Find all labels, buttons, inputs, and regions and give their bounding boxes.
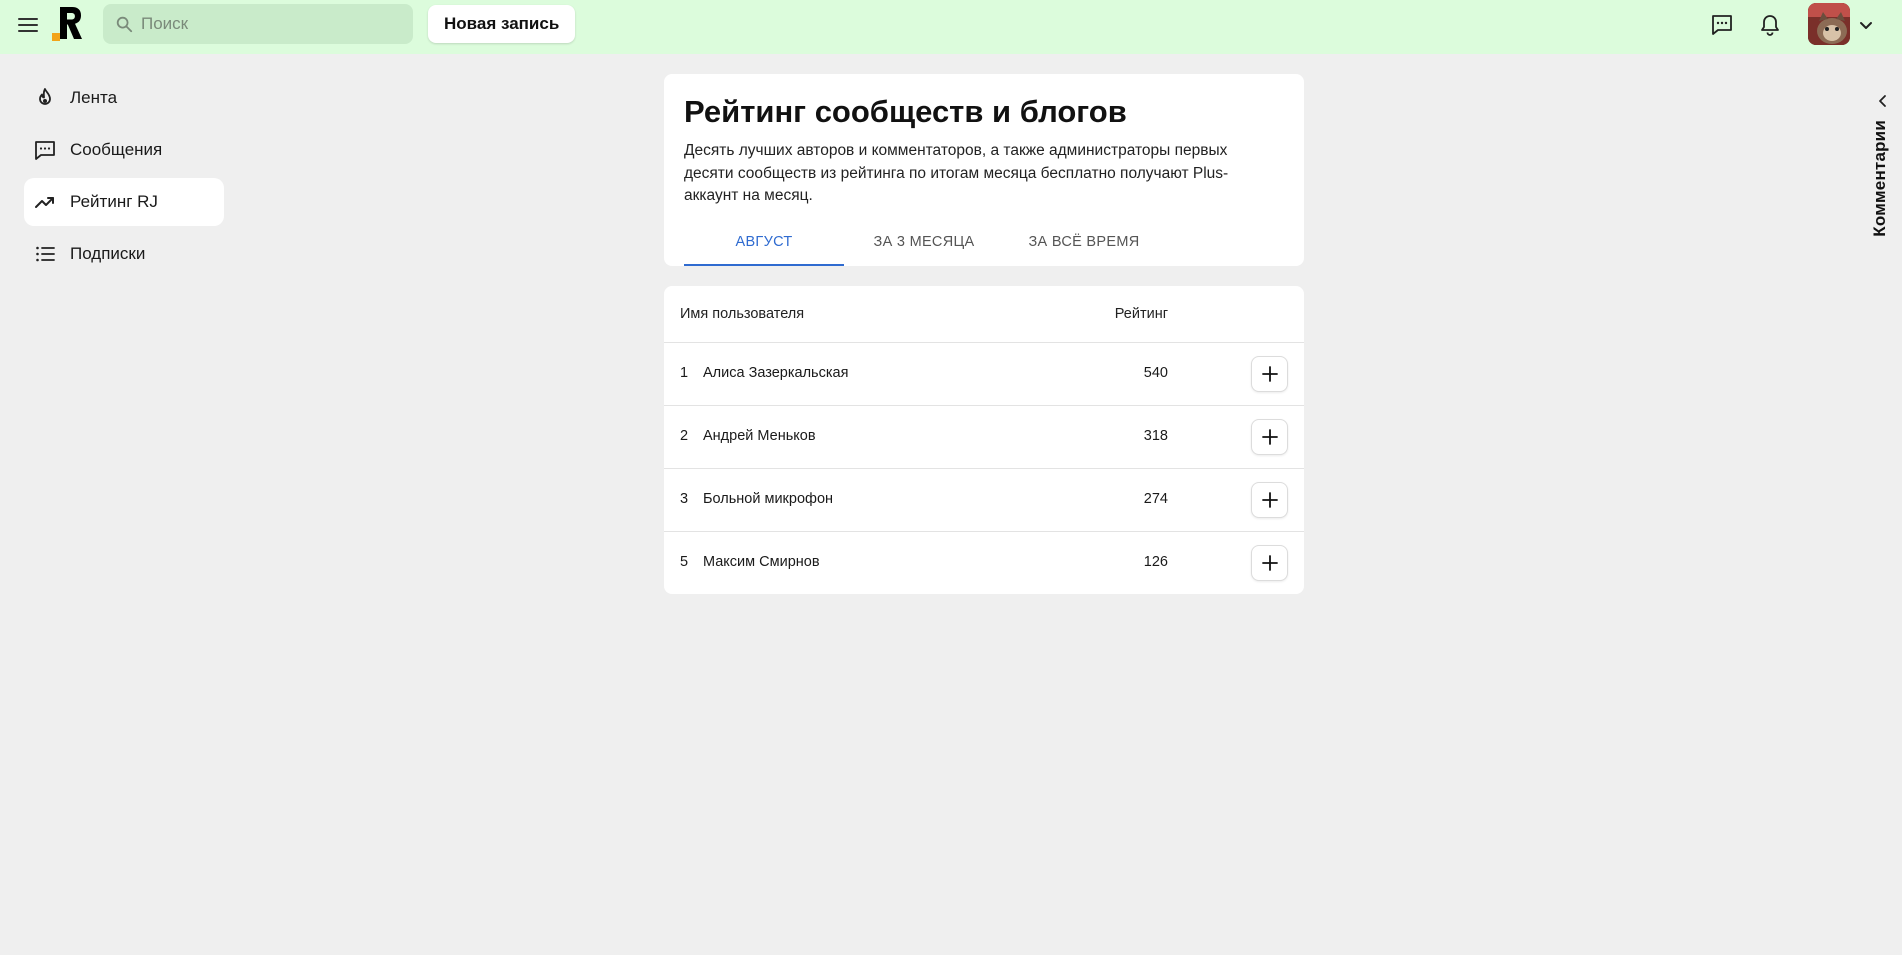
row-user-name[interactable]: Больной микрофон (703, 491, 833, 507)
row-rating: 540 (1143, 365, 1168, 381)
subscribe-button[interactable] (1251, 482, 1288, 518)
chevron-left-icon[interactable] (1876, 94, 1890, 108)
row-rating: 126 (1143, 554, 1168, 570)
row-rank: 3 (680, 491, 689, 507)
list-icon (36, 246, 55, 262)
tab-3-months[interactable]: ЗА 3 МЕСЯЦА (844, 218, 1004, 266)
row-rank: 2 (680, 428, 689, 444)
subscribe-button[interactable] (1251, 419, 1288, 455)
period-tabs: АВГУСТ ЗА 3 МЕСЯЦА ЗА ВСЁ ВРЕМЯ (684, 218, 1164, 266)
row-rank: 1 (680, 365, 689, 381)
flame-icon (39, 88, 51, 105)
page-title: Рейтинг сообществ и блогов (684, 94, 1127, 129)
plus-icon (1261, 492, 1278, 508)
sidebar-item-rating[interactable]: Рейтинг RJ (24, 178, 224, 226)
sidebar-item-subscriptions[interactable]: Подписки (24, 230, 224, 278)
subscribe-button[interactable] (1251, 356, 1288, 392)
top-header: Новая запись (0, 0, 1902, 54)
row-rating: 318 (1143, 428, 1168, 444)
avatar[interactable] (1808, 3, 1850, 45)
table-row: 1 Алиса Зазеркальская 540 (664, 343, 1304, 406)
sidebar-item-label: Сообщения (70, 140, 163, 159)
table-row: 2 Андрей Меньков 318 (664, 406, 1304, 469)
row-user-name[interactable]: Андрей Меньков (703, 428, 816, 444)
search-input[interactable] (141, 14, 401, 34)
column-header-rating: Рейтинг (1114, 306, 1168, 322)
comments-toggle[interactable]: Комментарии (1870, 120, 1890, 237)
chat-icon[interactable] (1709, 12, 1735, 38)
new-post-button[interactable]: Новая запись (428, 5, 576, 43)
search-box[interactable] (103, 4, 413, 44)
subscribe-button[interactable] (1251, 545, 1288, 581)
row-rating: 274 (1143, 491, 1168, 507)
plus-icon (1261, 366, 1278, 382)
page-description: Десять лучших авторов и комментаторов, а… (684, 142, 1229, 204)
row-user-name[interactable]: Алиса Зазеркальская (703, 365, 848, 381)
sidebar-item-label: Лента (70, 88, 118, 107)
rating-table: Имя пользователя Рейтинг 1 Алиса Зазерка… (664, 286, 1304, 594)
tab-august[interactable]: АВГУСТ (684, 218, 844, 266)
plus-icon (1261, 429, 1278, 445)
table-header: Имя пользователя Рейтинг (664, 286, 1304, 343)
sidebar: Лента Сообщения Рейтинг RJ Подписки (24, 74, 224, 282)
bell-icon[interactable] (1757, 12, 1783, 38)
plus-icon (1261, 555, 1278, 571)
table-row: 3 Больной микрофон 274 (664, 469, 1304, 532)
comments-panel: Комментарии (1868, 90, 1898, 250)
chevron-down-icon[interactable] (1856, 16, 1876, 36)
sidebar-item-messages[interactable]: Сообщения (24, 126, 224, 174)
row-user-name[interactable]: Максим Смирнов (703, 554, 820, 570)
sidebar-item-feed[interactable]: Лента (24, 74, 224, 122)
message-icon (35, 141, 55, 160)
table-row: 5 Максим Смирнов 126 (664, 532, 1304, 595)
search-icon (116, 16, 133, 33)
column-header-name: Имя пользователя (680, 306, 805, 322)
logo[interactable] (52, 5, 84, 41)
row-rank: 5 (680, 554, 689, 570)
rating-header-card: Рейтинг сообществ и блогов Десять лучших… (664, 74, 1304, 266)
tab-all-time[interactable]: ЗА ВСЁ ВРЕМЯ (1004, 218, 1164, 266)
sidebar-item-label: Рейтинг RJ (70, 192, 158, 211)
trending-icon (35, 197, 54, 208)
sidebar-item-label: Подписки (70, 244, 146, 263)
menu-icon[interactable] (16, 13, 40, 37)
